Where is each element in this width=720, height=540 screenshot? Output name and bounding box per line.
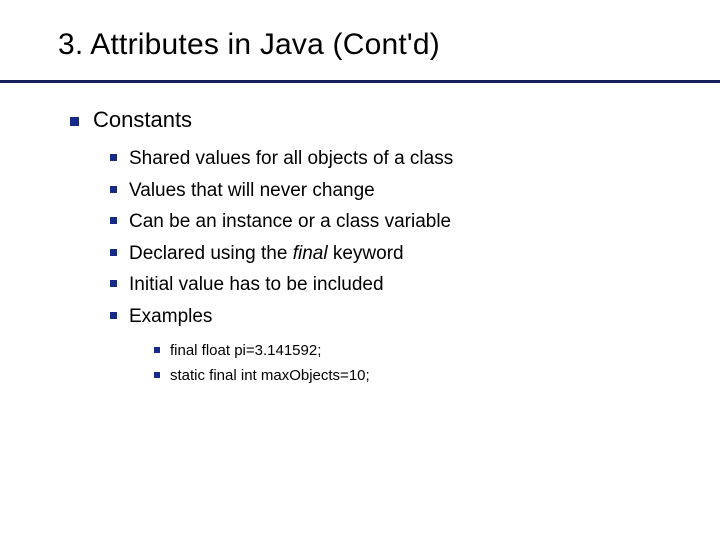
slide-title: 3. Attributes in Java (Cont'd) [58,28,720,62]
bullet-icon [110,312,117,319]
bullet-icon [110,154,117,161]
title-wrap: 3. Attributes in Java (Cont'd) [0,0,720,72]
point-text: Shared values for all objects of a class [129,145,453,173]
bullet-icon [110,249,117,256]
section-heading: Constants [93,107,192,133]
list-item: Shared values for all objects of a class [110,145,720,173]
point-text: Examples [129,303,212,331]
list-item: Examples [110,303,720,331]
list-item: Initial value has to be included [110,271,720,299]
declared-suffix: keyword [328,243,404,264]
declared-prefix: Declared using the [129,243,293,264]
bullet-icon [110,280,117,287]
bullet-icon [110,186,117,193]
list-item: static final int maxObjects=10; [154,365,720,388]
list-item: Values that will never change [110,177,720,205]
point-text: Initial value has to be included [129,271,384,299]
section-constants: Constants Shared values for all objects … [70,107,720,387]
point-declared: Declared using the final keyword [129,240,404,268]
point-text: Can be an instance or a class variable [129,208,451,236]
subpoints: Shared values for all objects of a class… [110,145,720,387]
list-item: Can be an instance or a class variable [110,208,720,236]
point-text: Values that will never change [129,177,375,205]
examples: final float pi=3.141592; static final in… [154,340,720,387]
list-item: final float pi=3.141592; [154,340,720,363]
list-item: Declared using the final keyword [110,240,720,268]
bullet-icon [110,217,117,224]
example-text: final float pi=3.141592; [170,340,321,363]
declared-keyword: final [293,243,328,264]
bullet-icon [154,372,160,378]
bullet-icon [70,117,79,126]
example-text: static final int maxObjects=10; [170,365,370,388]
slide: 3. Attributes in Java (Cont'd) Constants… [0,0,720,540]
bullet-icon [154,347,160,353]
list-item: Constants [70,107,720,133]
content: Constants Shared values for all objects … [0,83,720,387]
